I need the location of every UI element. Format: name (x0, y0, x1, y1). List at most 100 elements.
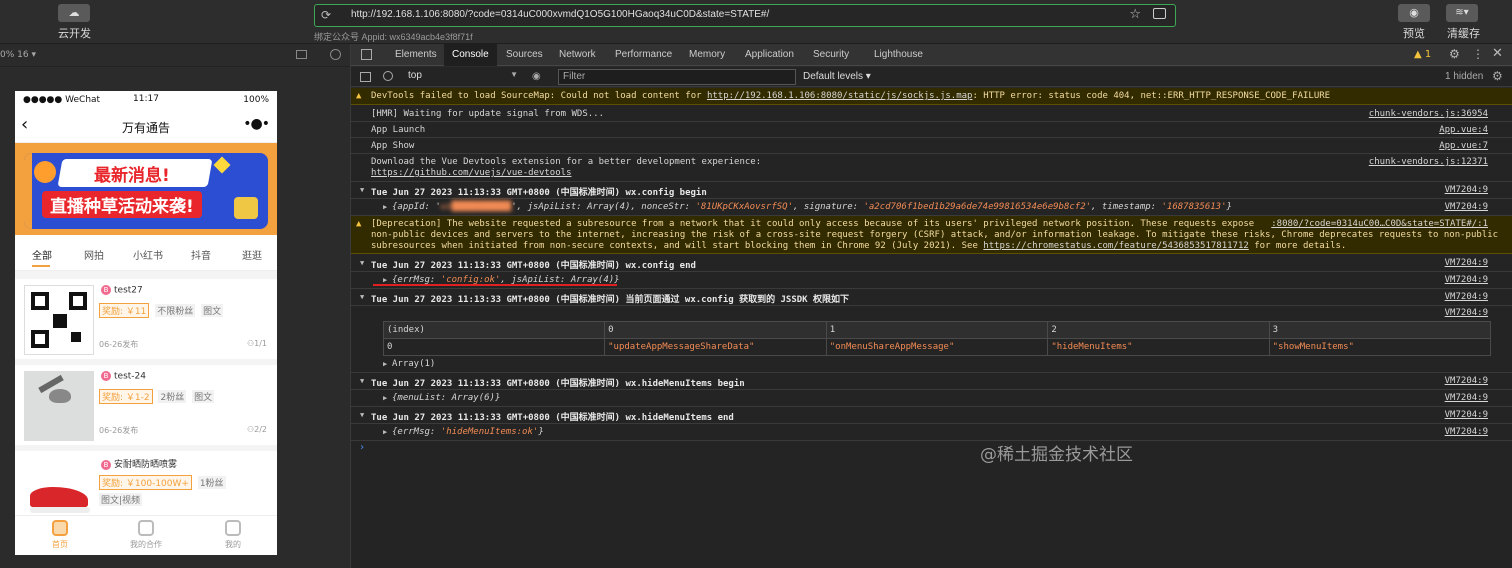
object-preview: {appId: 'wx███████████', jsApiList: Arra… (392, 202, 1232, 212)
clear-cache-label: 清缓存 (1447, 27, 1480, 40)
source-link[interactable]: VM7204:9 (1445, 258, 1488, 268)
console-group[interactable]: ▼ Tue Jun 27 2023 11:13:33 GMT+0800 (中国标… (351, 182, 1512, 199)
console-object[interactable]: ▶ {errMsg: 'hideMenuItems:ok'} VM7204:9 (351, 424, 1512, 441)
source-link[interactable]: VM7204:9 (1445, 185, 1488, 195)
live-expression-icon[interactable]: ◉ (532, 71, 541, 82)
preview-button[interactable]: ◉ (1398, 4, 1430, 22)
zoom-select[interactable]: 0% 16 ▾ (0, 50, 36, 60)
refresh-icon[interactable]: ⟳ (321, 8, 331, 22)
list-item[interactable]: Btest-24 奖励: ￥1-2 2粉丝 图文 06-26发布 ⚇2/2 (15, 365, 277, 451)
source-link[interactable]: VM7204:9 (1445, 308, 1488, 318)
sidebar-toggle-icon[interactable] (360, 72, 371, 82)
expanded-triangle-icon[interactable]: ▼ (360, 293, 364, 301)
source-link[interactable]: VM7204:9 (1445, 410, 1488, 420)
source-link[interactable]: VM7204:9 (1445, 393, 1488, 403)
clear-console-icon[interactable] (383, 71, 393, 81)
home-icon (52, 520, 68, 536)
collapsed-triangle-icon[interactable]: ▶ (383, 360, 387, 368)
source-link[interactable]: chunk-vendors.js:12371 (1369, 157, 1488, 167)
source-link[interactable]: App.vue:7 (1439, 141, 1488, 151)
tab-guangguang[interactable]: 逛逛 (242, 247, 262, 262)
tab-console[interactable]: Console (444, 44, 497, 66)
filter-input[interactable]: Filter (558, 69, 796, 85)
tabbar-home[interactable]: 首页 (35, 520, 85, 550)
source-link[interactable]: App.vue:4 (1439, 125, 1488, 135)
tab-lighthouse[interactable]: Lighthouse (874, 49, 923, 60)
tab-performance[interactable]: Performance (615, 49, 672, 60)
table-header[interactable]: (index) (382, 321, 606, 339)
console-filter-bar: top ▼ ◉ Filter Default levels ▾ 1 hidden … (351, 67, 1512, 87)
levels-dropdown[interactable]: Default levels ▾ (803, 71, 871, 82)
expanded-triangle-icon[interactable]: ▼ (360, 411, 364, 419)
list-item[interactable]: Btest27 奖励: ￥11 不限粉丝 图文 06-26发布 ⚇1/1 (15, 279, 277, 365)
top-toolbar: ☁ 云开发 ⟳ http://192.168.1.106:8080/?code=… (0, 0, 1512, 44)
star-icon[interactable]: ☆ (1129, 7, 1141, 22)
vue-devtools-link[interactable]: https://github.com/vuejs/vue-devtools (371, 168, 571, 178)
tab-wangpai[interactable]: 网拍 (84, 247, 104, 262)
source-link[interactable]: chunk-vendors.js:36954 (1369, 109, 1488, 119)
task-title: 安耐晒防晒喷雾 (114, 460, 178, 470)
source-link[interactable]: VM7204:9 (1445, 376, 1488, 386)
kebab-icon[interactable]: ⋮ (1472, 47, 1484, 61)
tab-sources[interactable]: Sources (506, 49, 543, 60)
collapsed-triangle-icon[interactable]: ▶ (383, 428, 387, 436)
tab-xiaohongshu[interactable]: 小红书 (133, 247, 163, 262)
source-link[interactable]: :8080/?code=0314uC00…C0D&state=STATE#/:1 (1271, 219, 1488, 229)
console-object[interactable]: ▶ Array(1) (351, 356, 1512, 373)
table-header[interactable]: 3 (1268, 321, 1492, 339)
object-preview: {menuList: Array(6)} (392, 393, 501, 403)
collapsed-triangle-icon[interactable]: ▶ (383, 394, 387, 402)
rotate-icon[interactable] (330, 49, 341, 60)
collapsed-triangle-icon[interactable]: ▶ (383, 276, 387, 284)
chromestatus-link[interactable]: https://chromestatus.com/feature/5436853… (983, 241, 1249, 251)
console-log: App Show App.vue:7 (351, 138, 1512, 154)
tab-security[interactable]: Security (813, 49, 849, 60)
gear-icon[interactable]: ⚙ (1449, 47, 1460, 61)
console-group[interactable]: ▼ Tue Jun 27 2023 11:13:33 GMT+0800 (中国标… (351, 289, 1512, 306)
cloud-dev-button[interactable]: ☁ (58, 4, 90, 22)
carrier: ●●●●● WeChat (23, 95, 101, 105)
console-settings-icon[interactable]: ⚙ (1492, 69, 1503, 83)
source-link[interactable]: VM7204:9 (1445, 202, 1488, 212)
expanded-triangle-icon[interactable]: ▼ (360, 377, 364, 385)
tab-douyin[interactable]: 抖音 (191, 247, 211, 262)
sourcemap-link[interactable]: http://192.168.1.106:8080/static/js/sock… (707, 91, 973, 101)
folder-icon[interactable] (1153, 8, 1166, 19)
console-prompt[interactable]: › (359, 442, 365, 453)
console-object[interactable]: ▶ {appId: 'wx███████████', jsApiList: Ar… (351, 199, 1512, 216)
console-object[interactable]: ▶ {errMsg: 'config:ok', jsApiList: Array… (351, 272, 1512, 289)
inspect-icon[interactable] (361, 49, 372, 60)
promo-banner[interactable]: 最新消息! 直播种草活动来袭! (24, 153, 268, 229)
source-link[interactable]: VM7204:9 (1445, 275, 1488, 285)
expanded-triangle-icon[interactable]: ▼ (360, 186, 364, 194)
context-select[interactable]: top ▼ (408, 70, 518, 84)
console-warning: ▲ DevTools failed to load SourceMap: Cou… (351, 88, 1512, 105)
window-icon[interactable] (296, 50, 307, 59)
tab-elements[interactable]: Elements (395, 49, 437, 60)
badge-icon: B (101, 459, 111, 470)
console-group[interactable]: ▼ Tue Jun 27 2023 11:13:33 GMT+0800 (中国标… (351, 255, 1512, 272)
tab-network[interactable]: Network (559, 49, 596, 60)
tab-memory[interactable]: Memory (689, 49, 725, 60)
warning-count[interactable]: ▲ 1 (1414, 49, 1431, 60)
collapsed-triangle-icon[interactable]: ▶ (383, 203, 387, 211)
tab-application[interactable]: Application (745, 49, 794, 60)
url-bar[interactable]: ⟳ http://192.168.1.106:8080/?code=0314uC… (314, 4, 1176, 27)
source-link[interactable]: VM7204:9 (1445, 427, 1488, 437)
tabbar-cooperation[interactable]: 我的合作 (121, 520, 171, 550)
table-header[interactable]: 1 (825, 321, 1049, 339)
table-header[interactable]: 0 (604, 321, 827, 339)
console-group[interactable]: ▼ Tue Jun 27 2023 11:13:33 GMT+0800 (中国标… (351, 407, 1512, 424)
url-text[interactable]: http://192.168.1.106:8080/?code=0314uC00… (351, 9, 769, 20)
more-icon[interactable]: •●• (243, 116, 270, 132)
tab-all[interactable]: 全部 (32, 247, 52, 262)
close-icon[interactable]: ✕ (1492, 46, 1503, 61)
source-link[interactable]: VM7204:9 (1445, 292, 1488, 302)
clear-cache-button[interactable]: ≋▾ (1446, 4, 1478, 22)
expanded-triangle-icon[interactable]: ▼ (360, 259, 364, 267)
console-object[interactable]: ▶ {menuList: Array(6)} VM7204:9 (351, 390, 1512, 407)
page-title: 万有通告 (121, 121, 170, 135)
table-header[interactable]: 2 (1047, 321, 1270, 339)
console-group[interactable]: ▼ Tue Jun 27 2023 11:13:33 GMT+0800 (中国标… (351, 373, 1512, 390)
tabbar-mine[interactable]: 我的 (208, 520, 258, 550)
